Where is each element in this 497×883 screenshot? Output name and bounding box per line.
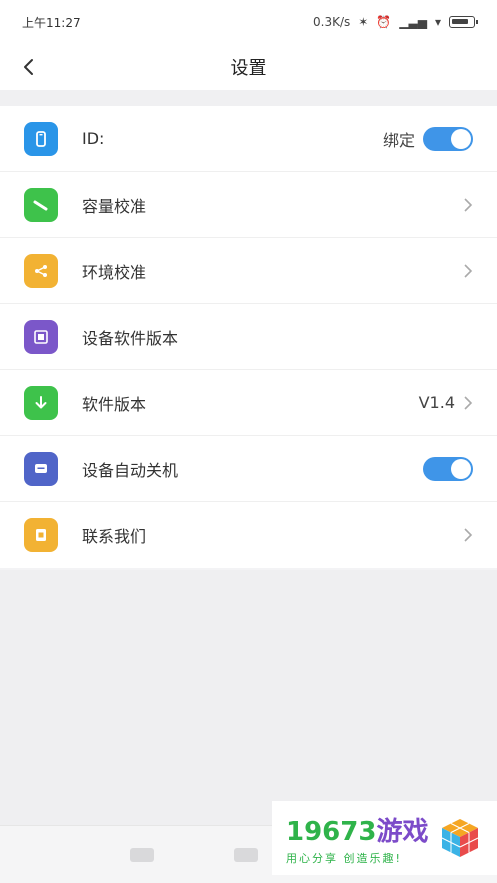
setting-label: 设备软件版本 [82,328,179,348]
status-bar: 上午11:27 0.3K/s ✶ ⏰ ▁▃▅ ▾ [0,0,497,44]
tab-icon[interactable] [234,847,258,862]
bind-label: 绑定 [382,130,415,150]
tab-icon[interactable] [130,847,154,862]
nav-bar: 设置 [0,44,497,90]
setting-label: ID: [82,129,105,148]
battery-icon [449,16,478,28]
auto-shutdown-toggle[interactable] [423,456,473,481]
setting-label: 环境校准 [82,262,147,282]
setting-label: 设备自动关机 [82,460,179,480]
share-icon [24,253,58,288]
network-speed: 0.3K/s [313,15,351,29]
download-icon [24,385,58,420]
settings-list: ID: 绑定 容量校准 环境校准 设备软件版本 软件版本 V1.4 设备自动关机… [0,106,497,568]
setting-row-device-firmware[interactable]: 设备软件版本 [0,304,497,370]
watermark-subtitle: 用心分享 创造乐趣! [286,851,402,865]
version-value: V1.4 [418,393,455,412]
bind-toggle[interactable] [423,126,473,151]
cube-logo-icon [442,819,479,857]
setting-row-environment[interactable]: 环境校准 [0,238,497,304]
signal-icon: ▁▃▅ [399,15,427,29]
message-icon [24,451,58,486]
back-button[interactable] [14,52,44,82]
chevron-right-icon [464,197,473,212]
setting-row-capacity[interactable]: 容量校准 [0,172,497,238]
chevron-right-icon [464,263,473,278]
setting-label: 软件版本 [82,394,147,414]
setting-row-software-version[interactable]: 软件版本 V1.4 [0,370,497,436]
contact-icon [24,518,58,552]
watermark-title: 19673游戏 [286,816,429,847]
chevron-right-icon [464,528,473,542]
setting-label: 容量校准 [82,196,147,216]
status-time: 上午11:27 [22,15,81,30]
setting-row-auto-shutdown[interactable]: 设备自动关机 [0,436,497,502]
status-icons: 0.3K/s ✶ ⏰ ▁▃▅ ▾ [313,15,478,29]
watermark: 19673游戏 用心分享 创造乐趣! [272,801,497,875]
setting-row-id[interactable]: ID: 绑定 [0,106,497,172]
section-gap [0,90,497,106]
alarm-icon: ⏰ [376,15,392,29]
setting-label: 联系我们 [82,527,147,546]
page-title: 设置 [230,58,267,79]
chevron-left-icon [24,59,33,75]
phone-icon [24,121,58,156]
setting-row-contact[interactable]: 联系我们 [0,502,497,568]
wifi-icon: ▾ [434,15,441,29]
chevron-right-icon [464,395,473,410]
pencil-icon [24,187,58,222]
bluetooth-icon: ✶ [358,15,369,29]
chip-icon [24,319,58,354]
